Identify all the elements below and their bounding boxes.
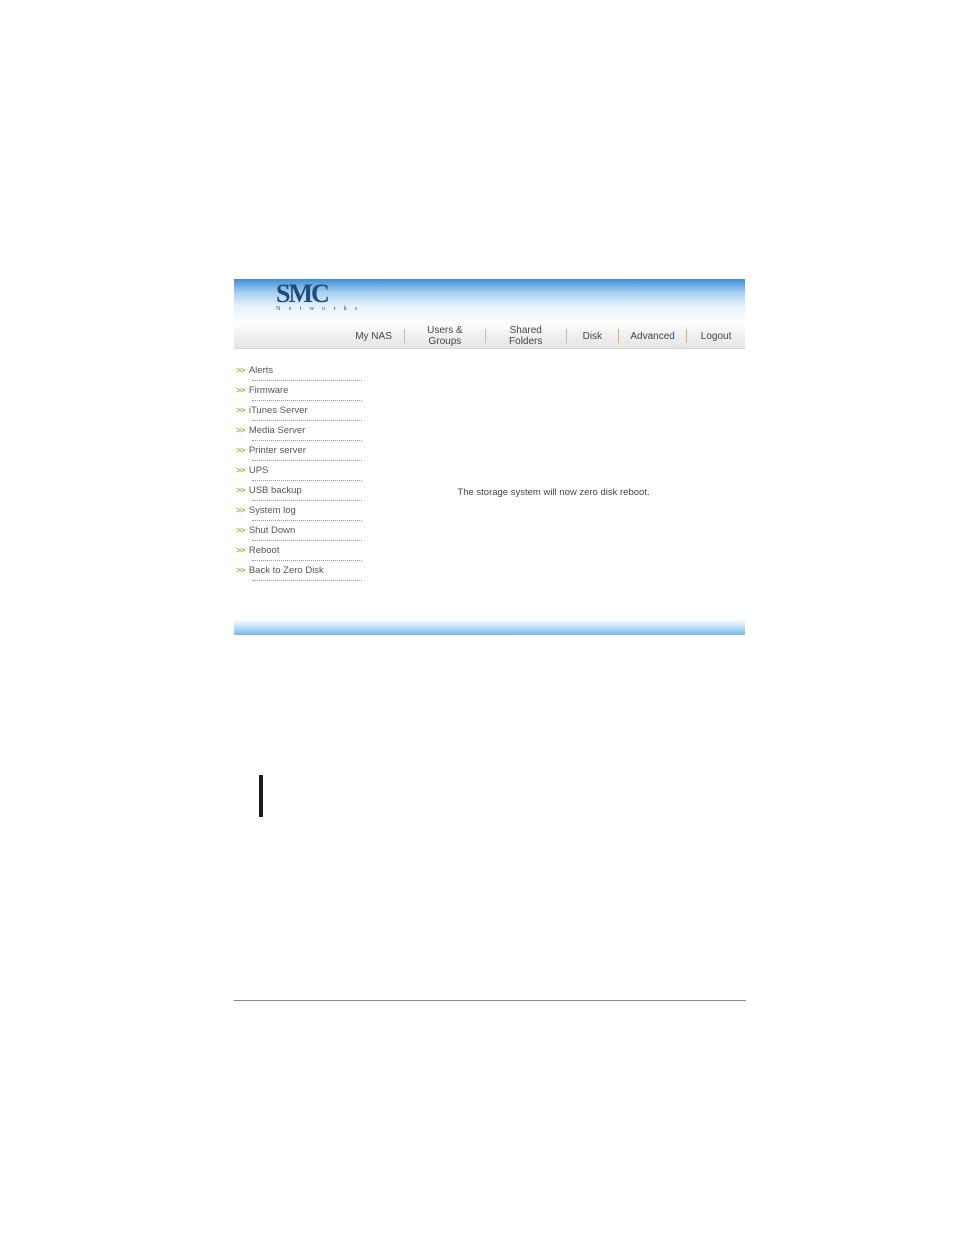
sidebar-item-label: Media Server xyxy=(249,425,306,436)
chevron-right-icon: >> xyxy=(236,366,245,376)
sidebar-separator xyxy=(252,380,362,381)
sidebar-item-usb-backup[interactable]: >> USB backup xyxy=(234,483,362,498)
sidebar-item-back-to-zero-disk[interactable]: >> Back to Zero Disk xyxy=(234,563,362,578)
document-page: SMC N e t w o r k s My NAS Users & Group… xyxy=(0,0,954,1235)
header-bar: SMC N e t w o r k s xyxy=(234,279,745,324)
footer-bar xyxy=(234,619,745,635)
sidebar-item-printer-server[interactable]: >> Printer server xyxy=(234,443,362,458)
sidebar-item-label: Reboot xyxy=(249,545,280,556)
status-message: The storage system will now zero disk re… xyxy=(362,487,745,498)
sidebar-item-label: Alerts xyxy=(249,365,273,376)
tab-spacer xyxy=(234,324,343,348)
chevron-right-icon: >> xyxy=(236,406,245,416)
tab-my-nas[interactable]: My NAS xyxy=(343,324,404,348)
sidebar-separator xyxy=(252,440,362,441)
tab-bar: My NAS Users & Groups Shared Folders Dis… xyxy=(234,324,745,349)
content-row: >> Alerts >> Firmware >> iTunes Server >> Me… xyxy=(234,349,745,619)
chevron-right-icon: >> xyxy=(236,506,245,516)
sidebar-item-reboot[interactable]: >> Reboot xyxy=(234,543,362,558)
sidebar-item-label: UPS xyxy=(249,465,269,476)
sidebar-item-label: iTunes Server xyxy=(249,405,308,416)
chevron-right-icon: >> xyxy=(236,526,245,536)
sidebar-separator xyxy=(252,540,362,541)
sidebar-item-shut-down[interactable]: >> Shut Down xyxy=(234,523,362,538)
logo-sub: N e t w o r k s xyxy=(276,305,361,312)
chevron-right-icon: >> xyxy=(236,546,245,556)
main-pane: The storage system will now zero disk re… xyxy=(362,349,745,619)
tab-users-groups[interactable]: Users & Groups xyxy=(405,324,485,348)
sidebar-item-label: Firmware xyxy=(249,385,289,396)
tab-shared-folders[interactable]: Shared Folders xyxy=(486,324,566,348)
tab-advanced[interactable]: Advanced xyxy=(619,324,686,348)
sidebar-separator xyxy=(252,400,362,401)
tab-logout[interactable]: Logout xyxy=(687,324,745,348)
sidebar-separator xyxy=(252,580,362,581)
nas-admin-screenshot: SMC N e t w o r k s My NAS Users & Group… xyxy=(234,279,745,641)
sidebar-item-label: Back to Zero Disk xyxy=(249,565,324,576)
text-cursor-icon xyxy=(259,775,263,817)
sidebar-item-media-server[interactable]: >> Media Server xyxy=(234,423,362,438)
chevron-right-icon: >> xyxy=(236,486,245,496)
sidebar-item-ups[interactable]: >> UPS xyxy=(234,463,362,478)
sidebar-item-alerts[interactable]: >> Alerts xyxy=(234,363,362,378)
sidebar-separator xyxy=(252,560,362,561)
smc-logo: SMC N e t w o r k s xyxy=(276,283,361,312)
sidebar-separator xyxy=(252,480,362,481)
sidebar-item-system-log[interactable]: >> System log xyxy=(234,503,362,518)
sidebar-item-label: System log xyxy=(249,505,296,516)
chevron-right-icon: >> xyxy=(236,446,245,456)
tab-disk[interactable]: Disk xyxy=(567,324,619,348)
sidebar-separator xyxy=(252,420,362,421)
chevron-right-icon: >> xyxy=(236,386,245,396)
chevron-right-icon: >> xyxy=(236,426,245,436)
horizontal-rule xyxy=(234,1000,746,1001)
sidebar-item-label: USB backup xyxy=(249,485,302,496)
sidebar-separator xyxy=(252,460,362,461)
sidebar-item-firmware[interactable]: >> Firmware xyxy=(234,383,362,398)
logo-main: SMC xyxy=(276,279,328,308)
chevron-right-icon: >> xyxy=(236,566,245,576)
sidebar-separator xyxy=(252,500,362,501)
sidebar-item-label: Shut Down xyxy=(249,525,295,536)
sidebar-item-label: Printer server xyxy=(249,445,306,456)
sidebar-item-itunes-server[interactable]: >> iTunes Server xyxy=(234,403,362,418)
sidebar-separator xyxy=(252,520,362,521)
chevron-right-icon: >> xyxy=(236,466,245,476)
sidebar: >> Alerts >> Firmware >> iTunes Server >> Me… xyxy=(234,349,362,619)
